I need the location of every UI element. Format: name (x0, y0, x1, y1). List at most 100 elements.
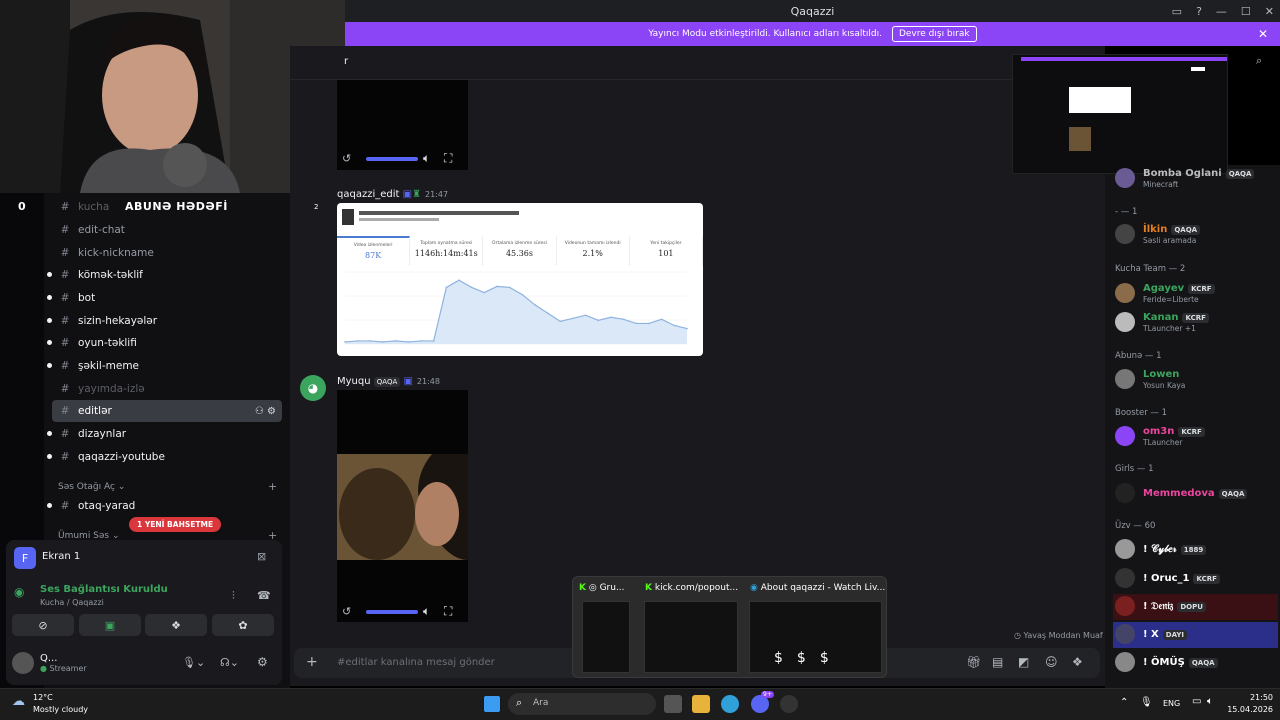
sticker-icon[interactable]: ◩ (1018, 655, 1029, 669)
fullscreen-icon[interactable]: ⛶ (444, 151, 452, 166)
disable-streamer-mode-button[interactable]: Devre dışı bırak (891, 26, 977, 42)
activities-button[interactable]: ❖ (145, 614, 207, 636)
user-avatar[interactable] (12, 652, 34, 674)
fullscreen-icon-2[interactable]: ⛶ (444, 604, 452, 619)
preview-item-3[interactable]: ◉ About qaqazzi - Watch Liv... (750, 583, 885, 593)
search-box[interactable]: ⌕ Ara (508, 693, 656, 715)
replay-icon-2[interactable]: ↺ (342, 605, 351, 618)
member-tag: QAQA (1188, 658, 1218, 668)
replay-icon[interactable]: ↺ (342, 152, 351, 165)
apps-icon[interactable]: ❖ (1072, 655, 1083, 669)
weather-icon[interactable]: ☁ (12, 694, 25, 709)
member-item[interactable]: İlkin QAQA Səsli aramada (1113, 222, 1278, 248)
soundboard-button[interactable]: ✿ (212, 614, 274, 636)
emoji-icon[interactable]: ☺ (1045, 655, 1058, 669)
weather-temp[interactable]: 12°C (33, 693, 53, 702)
stats-card-image[interactable]: Video izlenmeleri 87K Toplam oynatma süres… (337, 203, 703, 356)
channel-4[interactable]: # bot (47, 287, 282, 309)
member-avatar (1115, 539, 1135, 559)
channel-10[interactable]: # dizaynlar (47, 423, 282, 445)
noise-suppression-icon[interactable]: ⫶ (232, 589, 235, 603)
edge-taskbar-icon[interactable] (721, 695, 739, 713)
search-icon[interactable]: ⌕ (1256, 54, 1262, 68)
gif-icon[interactable]: ▤ (992, 655, 1003, 669)
member-item[interactable]: ! 𝒞𝓎𝒷𝑒𝓇 1889 (1113, 537, 1278, 563)
voice-connected-subtitle[interactable]: Kucha / Qaqazzi (40, 598, 104, 607)
clock-time[interactable]: 21:50 (1229, 693, 1273, 702)
file-explorer-icon[interactable] (692, 695, 710, 713)
chart-point (622, 318, 625, 321)
chart-point (369, 340, 372, 342)
message-author[interactable]: qaqazzi_edit ▣♜ 21:47 (337, 189, 448, 200)
close-icon[interactable]: ✕ (1265, 5, 1274, 18)
channel-7[interactable]: # şəkil-meme (47, 355, 282, 377)
screen-share-button[interactable]: ▣ (79, 614, 141, 636)
disconnect-icon[interactable]: ☎ (257, 589, 271, 602)
voice-connected-title[interactable]: Ses Bağlantısı Kuruldu (40, 584, 168, 595)
preview-item-2[interactable]: K kick.com/popout... (645, 583, 738, 593)
tray-chevron-icon[interactable]: ⌃ (1120, 697, 1128, 708)
user-name[interactable]: Q... (40, 653, 57, 664)
channel-2[interactable]: # kick-nickname (52, 242, 282, 264)
channel-settings-icon[interactable]: ⚇ ⚙ (255, 406, 276, 417)
add-channel-icon[interactable]: + (268, 480, 277, 493)
inbox-icon[interactable]: ▭ (1172, 5, 1182, 18)
channel-11[interactable]: # qaqazzi-youtube (47, 446, 282, 468)
channel-otaq-yarad[interactable]: # otaq-yarad (47, 495, 282, 517)
category-voice[interactable]: Səs Otağı Aç ⌄ (58, 482, 125, 492)
settings-icon[interactable]: ⚙ (257, 655, 268, 669)
preview-item-1[interactable]: K ◎ Gru... (579, 583, 625, 593)
attach-icon[interactable]: + (306, 654, 318, 670)
gift-icon[interactable]: 🎁︎ (966, 655, 981, 669)
camera-toggle-button[interactable]: ⊘ (12, 614, 74, 636)
language-indicator[interactable]: ENG (1163, 699, 1180, 708)
message-author-2[interactable]: Myuqu QAQA ▣ 21:48 (337, 376, 440, 387)
member-item[interactable]: Memmedova QAQA (1113, 481, 1278, 507)
clock-date[interactable]: 15.04.2026 (1223, 705, 1273, 714)
channel-1[interactable]: # edit-chat (52, 219, 282, 241)
weather-desc[interactable]: Mostly cloudy (33, 705, 88, 714)
tray-mic-icon[interactable]: 🎙︎ (1140, 697, 1153, 708)
channel-6[interactable]: # oyun-təklifi (47, 332, 282, 354)
maximize-icon[interactable]: ☐ (1241, 5, 1251, 18)
close-banner-icon[interactable]: ✕ (1258, 27, 1268, 41)
preview-thumb-3[interactable]: $$$ (749, 601, 882, 673)
member-item[interactable]: ! X DAYI (1113, 622, 1278, 648)
mic-icon[interactable]: 🎙︎⌄ (182, 656, 205, 669)
member-item[interactable]: Kanan KCRF TLauncher +1 (1113, 310, 1278, 336)
stream-preview[interactable] (1012, 54, 1228, 174)
new-mention-pill[interactable]: 1 YENİ BAHSETME (129, 517, 222, 532)
volume-icon-2[interactable]: 🔈︎ (423, 604, 430, 619)
video-progress[interactable] (366, 157, 418, 161)
member-item[interactable]: Agayev KCRF Feride=Liberte (1113, 281, 1278, 307)
member-item[interactable]: ! 𝔇𝔢𝔫𝔦𝔷 DOPU (1113, 594, 1278, 620)
start-icon[interactable] (484, 696, 500, 712)
app-taskbar-icon[interactable] (780, 695, 798, 713)
member-item[interactable]: om3n KCRF TLauncher (1113, 424, 1278, 450)
member-item[interactable]: Bomba Oglani QAQA Minecraft (1113, 166, 1278, 192)
channel-3[interactable]: # kömək-təklif (47, 264, 282, 286)
channel-5[interactable]: # sizin-hekayələr (47, 310, 282, 332)
hash-icon: # (60, 315, 70, 327)
member-item[interactable]: Lowen Yosun Kaya (1113, 367, 1278, 393)
preview-thumb-1[interactable] (582, 601, 630, 673)
headphones-icon[interactable]: ☊⌄ (220, 656, 239, 669)
member-item[interactable]: ! Oruc_1 KCRF (1113, 566, 1278, 592)
volume-icon[interactable]: 🔈︎ (423, 151, 430, 166)
volume-tray-icon[interactable]: 🔈︎ (1207, 696, 1213, 707)
member-name: ! 𝒞𝓎𝒷𝑒𝓇 1889 (1143, 544, 1207, 555)
video-progress-2[interactable] (366, 610, 418, 614)
network-icon[interactable]: ▭ (1192, 696, 1201, 707)
author-avatar[interactable]: ◕ (300, 375, 326, 401)
member-item[interactable]: ! ÖMÜŞ QAQA (1113, 650, 1278, 676)
message-input[interactable]: #editlar kanalına mesaj gönder (337, 657, 495, 668)
channel-8[interactable]: # yayımda-izlə (52, 378, 282, 400)
hash-icon: # (60, 451, 70, 463)
channel-9[interactable]: # ⚇ ⚙ editlər (52, 400, 282, 422)
preview-thumb-2[interactable] (644, 601, 738, 673)
minimize-icon[interactable]: — (1216, 5, 1227, 18)
help-icon[interactable]: ? (1196, 5, 1202, 18)
stop-share-icon[interactable]: ⊠ (257, 550, 266, 563)
chart-point (648, 322, 650, 325)
task-view-icon[interactable] (664, 695, 682, 713)
